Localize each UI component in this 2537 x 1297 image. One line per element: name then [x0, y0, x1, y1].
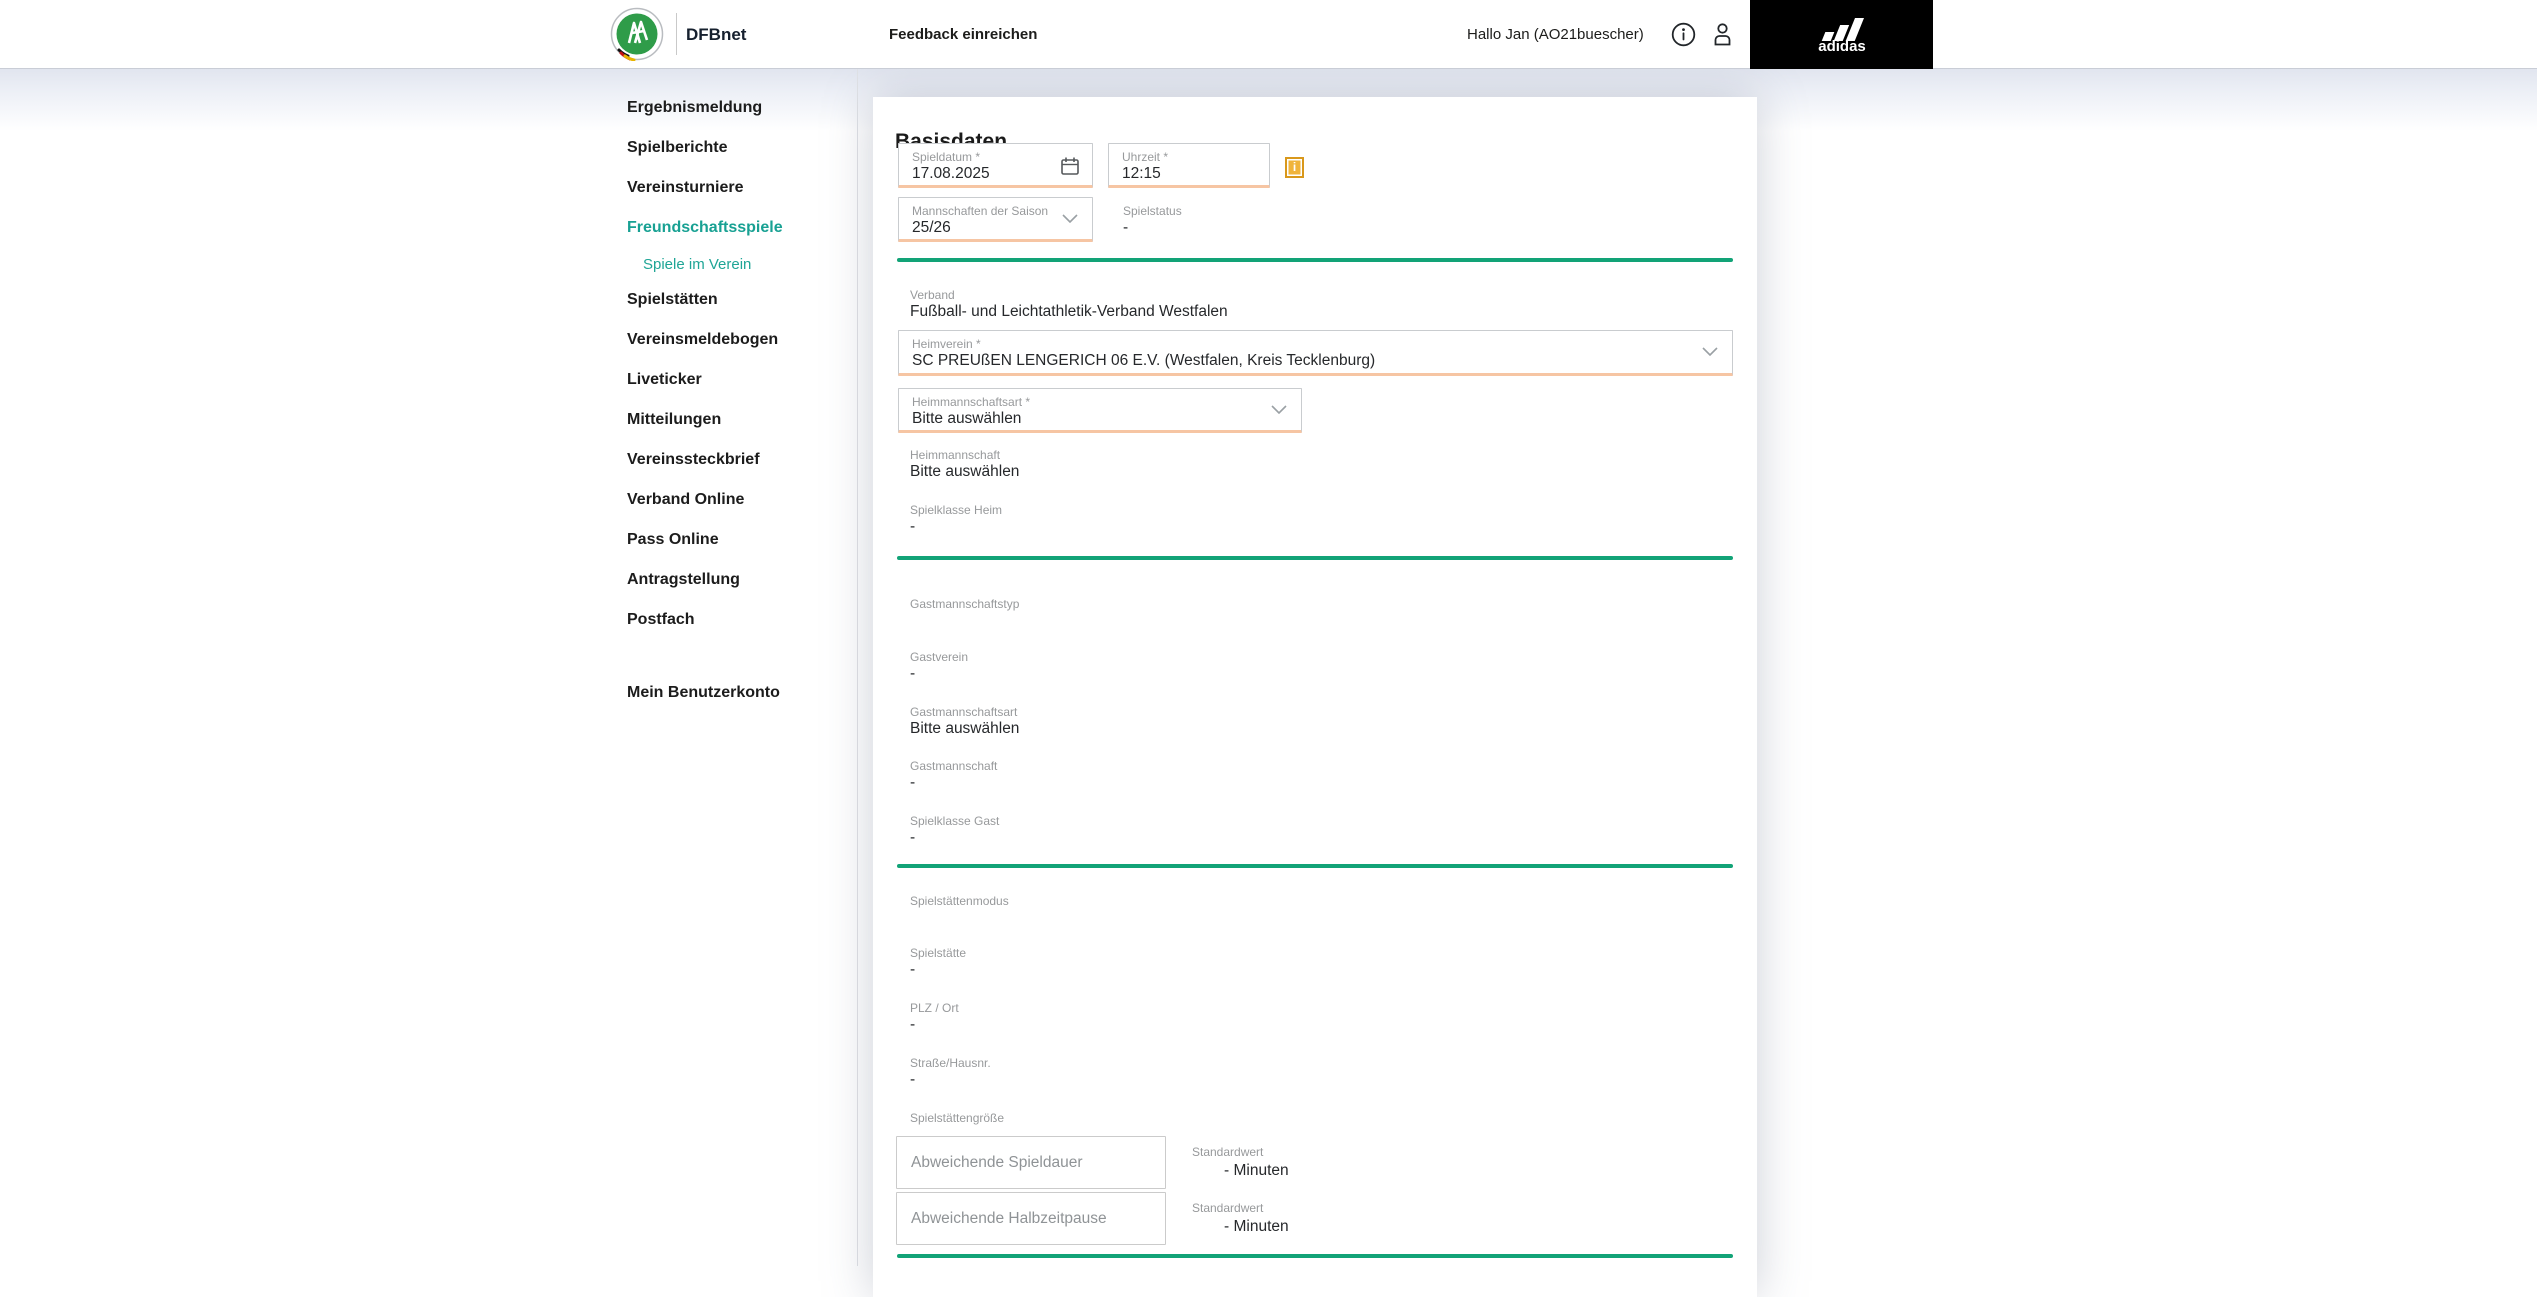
- strasse-label: Straße/Hausnr.: [910, 1056, 991, 1070]
- sidebar-item-liveticker[interactable]: Liveticker: [627, 371, 702, 389]
- abweichende-spieldauer-input[interactable]: [896, 1136, 1166, 1189]
- gastmannschaft-value: -: [910, 774, 916, 791]
- app-header: DFBnet Feedback einreichen Hallo Jan (AO…: [0, 0, 2537, 69]
- spielklasse-gast-field: Spielklasse Gast -: [910, 814, 999, 846]
- verband-value: Fußball- und Leichtathletik-Verband West…: [910, 303, 1228, 320]
- gastverein-field: Gastverein -: [910, 650, 968, 682]
- heimmannschaftsart-label: Heimmannschaftsart *: [912, 395, 1031, 409]
- gastmannschaftstyp-field: Gastmannschaftstyp: [910, 597, 1019, 612]
- spielstaette-value: -: [910, 961, 916, 978]
- sidebar-divider: [857, 69, 858, 1266]
- chevron-down-icon: [1271, 405, 1287, 414]
- standardwert-label: Standardwert: [1192, 1145, 1264, 1159]
- section-divider: [897, 864, 1733, 868]
- heimverein-label: Heimverein *: [912, 337, 981, 351]
- uhrzeit-value: 12:15: [1122, 165, 1161, 182]
- sidebar-item-vereinsturniere[interactable]: Vereinsturniere: [627, 179, 744, 197]
- basisdaten-card: Basisdaten Spieldatum * 17.08.2025 Uhrze…: [873, 97, 1757, 1297]
- heimmannschaft-field: Heimmannschaft Bitte auswählen: [910, 448, 1019, 480]
- spieldatum-input[interactable]: Spieldatum * 17.08.2025: [898, 143, 1093, 188]
- standardwert-value: - Minuten: [1224, 1162, 1289, 1179]
- spielklasse-gast-label: Spielklasse Gast: [910, 814, 1000, 828]
- spielstaette-field: Spielstätte -: [910, 946, 966, 978]
- spielstaette-label: Spielstätte: [910, 946, 967, 960]
- sidebar-item-spielstaetten[interactable]: Spielstätten: [627, 291, 718, 309]
- brand-separator: [676, 13, 677, 55]
- uhrzeit-input[interactable]: Uhrzeit * 12:15: [1108, 143, 1270, 188]
- spielstaettenmodus-field: Spielstättenmodus: [910, 894, 1009, 909]
- saison-dropdown[interactable]: Mannschaften der Saison 25/26: [898, 197, 1093, 242]
- sidebar-item-spielberichte[interactable]: Spielberichte: [627, 139, 727, 157]
- gastverein-label: Gastverein: [910, 650, 969, 664]
- sidebar-item-postfach[interactable]: Postfach: [627, 611, 695, 629]
- heimmannschaftsart-value: Bitte auswählen: [912, 410, 1022, 427]
- spielstatus-field: Spielstatus -: [1123, 204, 1182, 236]
- sidebar-item-vereinsmeldebogen[interactable]: Vereinsmeldebogen: [627, 331, 778, 349]
- saison-label: Mannschaften der Saison: [912, 204, 1049, 218]
- account-icon[interactable]: [1710, 22, 1735, 47]
- verband-label: Verband: [910, 288, 955, 302]
- sidebar-subitem-spiele-im-verein[interactable]: Spiele im Verein: [643, 256, 751, 273]
- heimverein-dropdown[interactable]: Heimverein * SC PREUßEN LENGERICH 06 E.V…: [898, 330, 1733, 376]
- spielstatus-value: -: [1123, 219, 1129, 236]
- standardwert-label: Standardwert: [1192, 1201, 1264, 1215]
- halbzeitpause-standardwert: Standardwert - Minuten: [1192, 1201, 1289, 1235]
- brand-name: DFBnet: [686, 25, 747, 44]
- verband-field: Verband Fußball- und Leichtathletik-Verb…: [910, 288, 1228, 320]
- gastverein-value: -: [910, 665, 916, 682]
- info-icon[interactable]: [1671, 22, 1696, 47]
- abweichende-halbzeitpause-input[interactable]: [896, 1192, 1166, 1245]
- strasse-value: -: [910, 1071, 916, 1088]
- gastmannschaftsart-label: Gastmannschaftsart: [910, 705, 1018, 719]
- plz-ort-field: PLZ / Ort -: [910, 1001, 959, 1033]
- section-divider: [897, 258, 1733, 262]
- feedback-link[interactable]: Feedback einreichen: [889, 26, 1037, 43]
- user-greeting: Hallo Jan (AO21buescher): [1467, 26, 1644, 43]
- heimmannschaftsart-dropdown[interactable]: Heimmannschaftsart * Bitte auswählen: [898, 388, 1302, 433]
- heimmannschaft-label: Heimmannschaft: [910, 448, 1001, 462]
- sidebar-item-ergebnismeldung[interactable]: Ergebnismeldung: [627, 99, 762, 117]
- plz-ort-label: PLZ / Ort: [910, 1001, 959, 1015]
- sidebar-item-verband-online[interactable]: Verband Online: [627, 491, 744, 509]
- adidas-logo: adidas: [1750, 0, 1933, 69]
- standardwert-value: - Minuten: [1224, 1218, 1289, 1235]
- spielklasse-gast-value: -: [910, 829, 916, 846]
- spielstaettengroesse-field: Spielstättengröße: [910, 1111, 1004, 1126]
- sidebar-item-vereinssteckbrief[interactable]: Vereinssteckbrief: [627, 451, 760, 469]
- sidebar-item-antragstellung[interactable]: Antragstellung: [627, 571, 740, 589]
- spielstaettenmodus-label: Spielstättenmodus: [910, 894, 1009, 908]
- chevron-down-icon: [1702, 347, 1718, 356]
- spielstaettengroesse-label: Spielstättengröße: [910, 1111, 1005, 1125]
- uhrzeit-label: Uhrzeit *: [1122, 150, 1169, 164]
- dfb-logo-icon: [610, 7, 664, 61]
- spieldatum-value: 17.08.2025: [912, 165, 990, 182]
- chevron-down-icon: [1062, 214, 1078, 223]
- calendar-icon[interactable]: [1060, 156, 1080, 176]
- sidebar-item-mitteilungen[interactable]: Mitteilungen: [627, 411, 721, 429]
- sidebar-item-mein-benutzerkonto[interactable]: Mein Benutzerkonto: [627, 684, 780, 702]
- spielklasse-heim-value: -: [910, 518, 916, 535]
- sidebar-item-pass-online[interactable]: Pass Online: [627, 531, 719, 549]
- gastmannschaft-field: Gastmannschaft -: [910, 759, 997, 791]
- spielklasse-heim-field: Spielklasse Heim -: [910, 503, 1002, 535]
- saison-value: 25/26: [912, 219, 951, 236]
- sidebar-item-freundschaftsspiele[interactable]: Freundschaftsspiele: [627, 219, 783, 237]
- heimmannschaft-value: Bitte auswählen: [910, 463, 1020, 480]
- spieldatum-label: Spieldatum *: [912, 150, 981, 164]
- gastmannschaft-label: Gastmannschaft: [910, 759, 998, 773]
- heimverein-value: SC PREUßEN LENGERICH 06 E.V. (Westfalen,…: [912, 352, 1376, 369]
- spielstatus-label: Spielstatus: [1123, 204, 1182, 218]
- strasse-field: Straße/Hausnr. -: [910, 1056, 991, 1088]
- spieldauer-standardwert: Standardwert - Minuten: [1192, 1145, 1289, 1179]
- adidas-wordmark: adidas: [1818, 38, 1866, 52]
- sidebar-nav: Ergebnismeldung Spielberichte Vereinstur…: [0, 69, 857, 1266]
- gastmannschaftstyp-label: Gastmannschaftstyp: [910, 597, 1020, 611]
- info-badge-icon[interactable]: i: [1285, 157, 1304, 178]
- spielklasse-heim-label: Spielklasse Heim: [910, 503, 1003, 517]
- plz-ort-value: -: [910, 1016, 916, 1033]
- gastmannschaftsart-field: Gastmannschaftsart Bitte auswählen: [910, 705, 1019, 737]
- section-divider: [897, 556, 1733, 560]
- section-divider: [897, 1254, 1733, 1258]
- gastmannschaftsart-value: Bitte auswählen: [910, 720, 1020, 737]
